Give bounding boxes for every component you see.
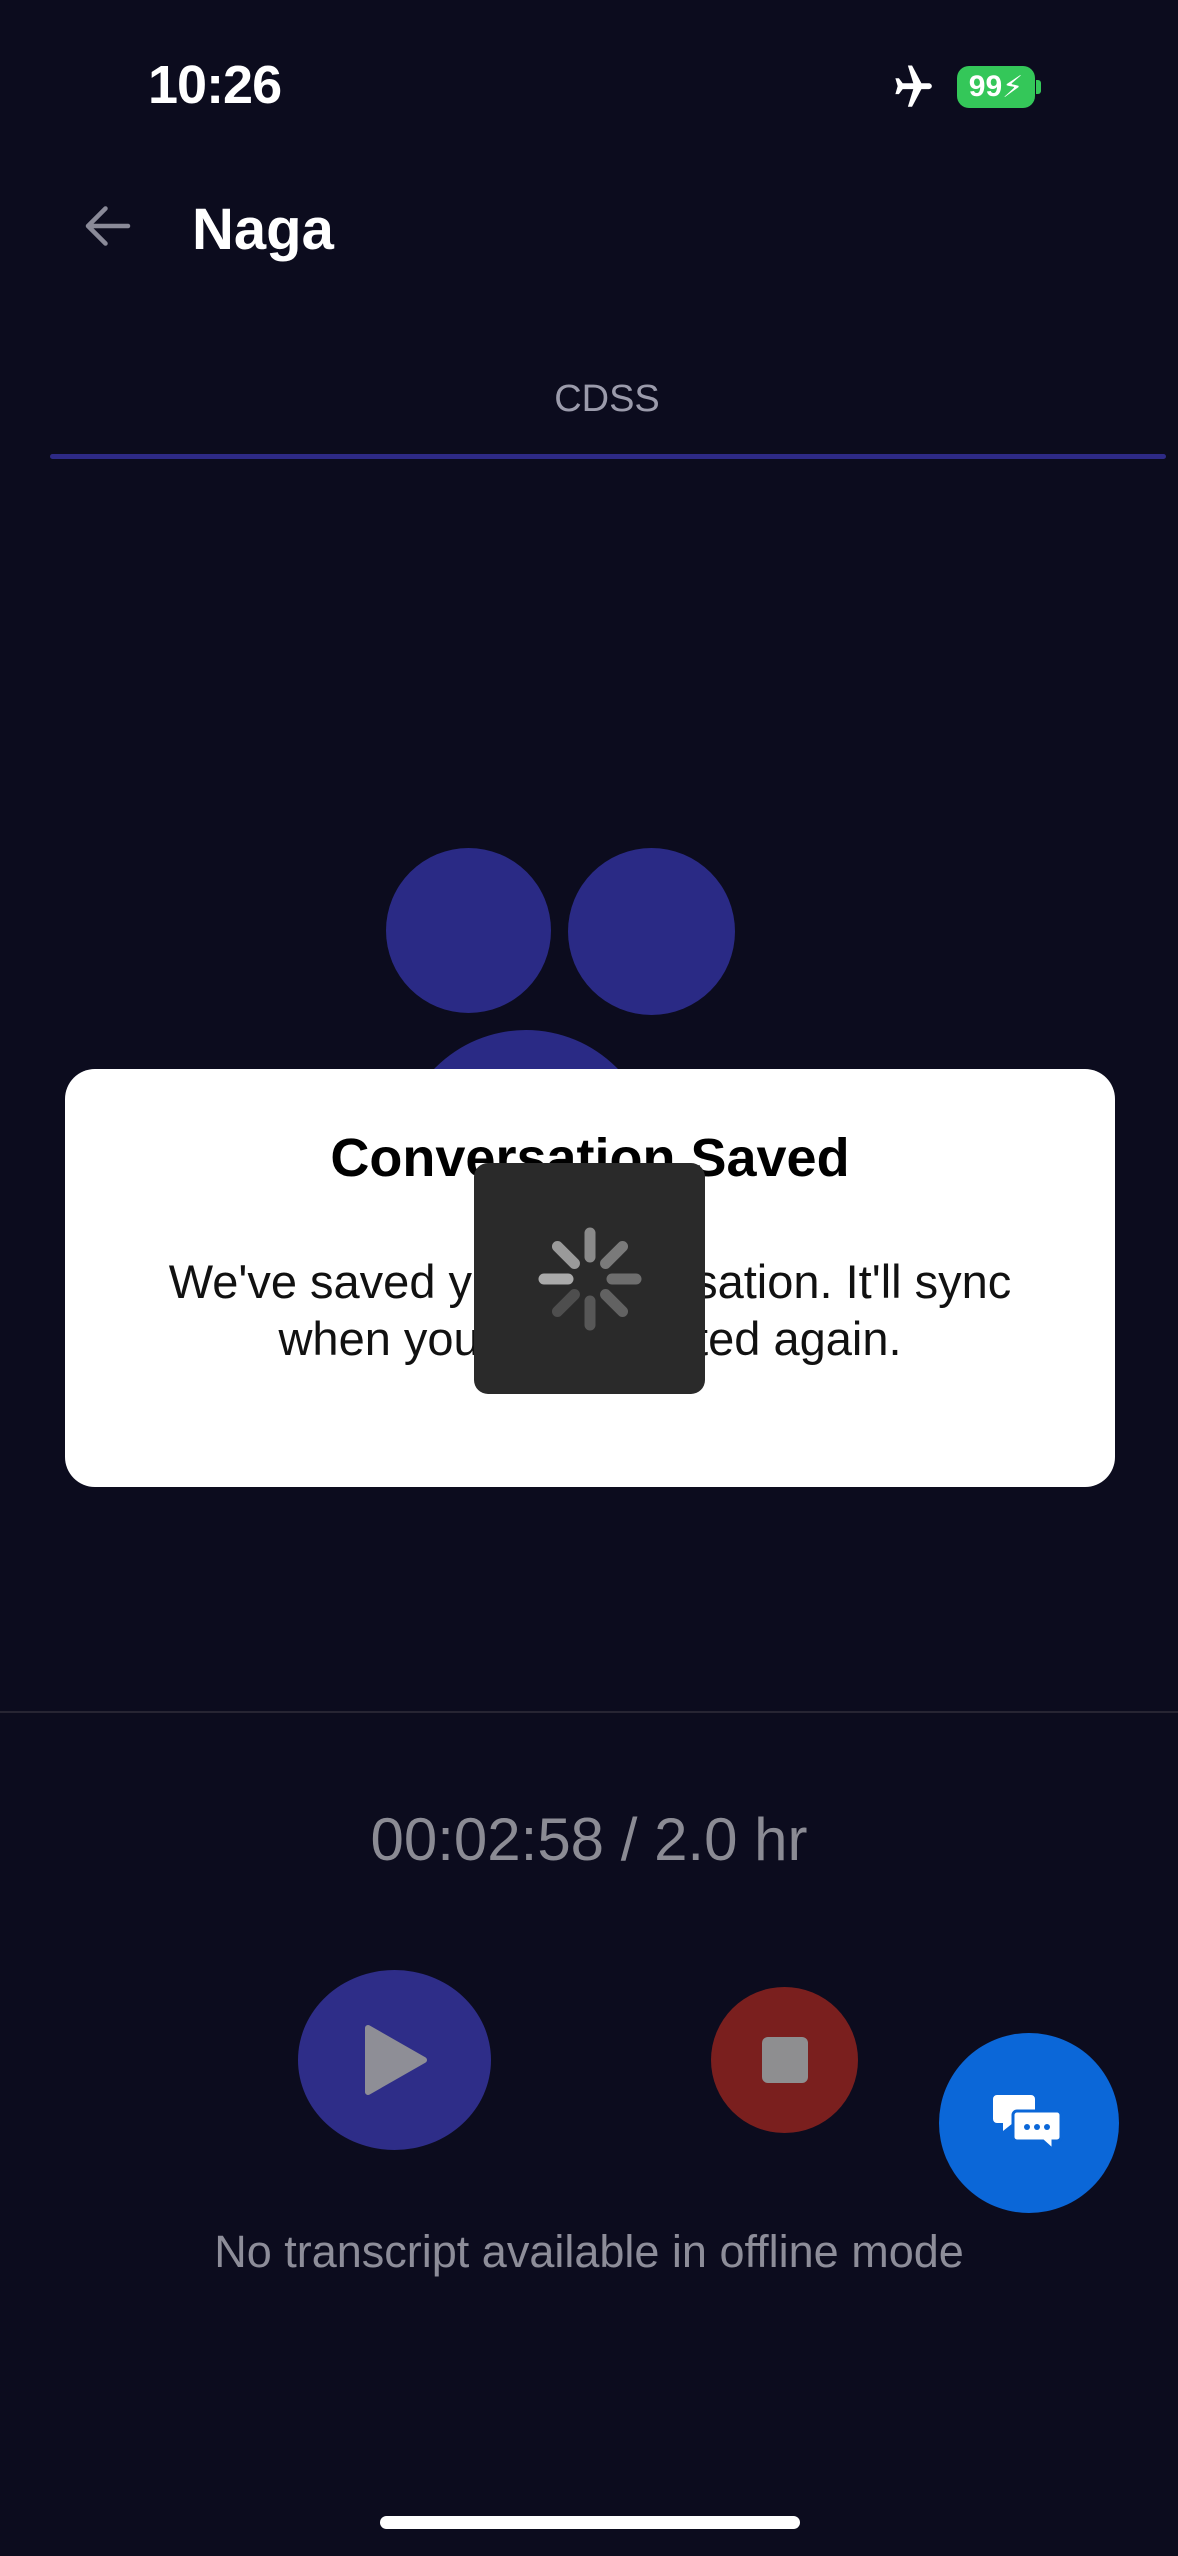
battery-nub	[1036, 80, 1041, 94]
person-head-right	[568, 848, 735, 1015]
back-arrow-icon[interactable]	[78, 196, 138, 256]
status-time: 10:26	[148, 55, 282, 115]
play-button[interactable]	[298, 1970, 491, 2150]
divider	[0, 1711, 1178, 1713]
chat-button[interactable]	[939, 2033, 1119, 2213]
battery-icon: 99 ⚡	[957, 66, 1035, 108]
stop-button[interactable]	[711, 1987, 858, 2133]
charging-bolt: ⚡	[1002, 70, 1024, 104]
page-title: Naga	[192, 197, 334, 262]
chat-icon	[993, 2095, 1063, 2154]
offline-transcript-message: No transcript available in offline mode	[214, 2226, 964, 2277]
recording-timer: 00:02:58 / 2.0 hr	[370, 1806, 808, 1873]
home-indicator[interactable]	[380, 2516, 800, 2529]
tab-cdss[interactable]: CDSS	[0, 378, 1178, 421]
spinner-icon	[538, 1227, 641, 1330]
person-head-left	[386, 848, 551, 1013]
play-icon	[364, 2025, 427, 2095]
loading-overlay	[474, 1163, 705, 1394]
airplane-icon	[895, 65, 932, 107]
tab-indicator	[50, 454, 1166, 459]
stop-icon	[761, 2037, 808, 2083]
battery-level: 99	[968, 70, 1003, 103]
